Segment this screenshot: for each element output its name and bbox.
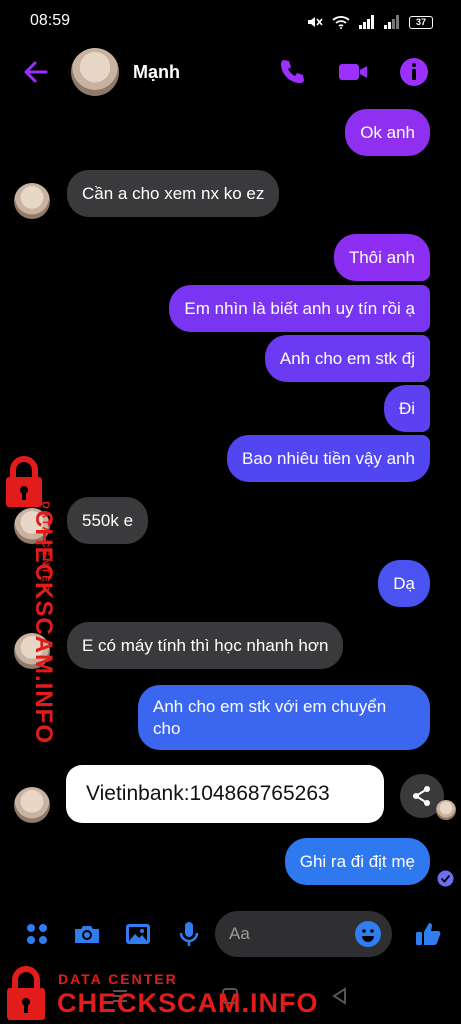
- watermark-main-label: CHECKSCAM.INFO: [57, 988, 319, 1018]
- message-bubble-outgoing[interactable]: Thôi anh: [333, 234, 430, 281]
- phone-call-icon[interactable]: [276, 56, 308, 88]
- message-bubble-incoming[interactable]: Cần a cho xem nx ko ez: [67, 170, 280, 217]
- message-text: Dạ: [393, 573, 415, 593]
- message-input-container[interactable]: [215, 911, 392, 957]
- message-text: Thôi anh: [348, 247, 415, 267]
- status-bar: 08:59 37: [0, 0, 461, 44]
- message-text: Cần a cho xem nx ko ez: [82, 183, 265, 203]
- watermark-sub-label: DATA CENTER: [58, 971, 178, 987]
- gallery-icon[interactable]: [123, 919, 153, 949]
- message-bubble-outgoing[interactable]: Dạ: [378, 560, 430, 607]
- battery-icon: 37: [409, 15, 433, 29]
- microphone-icon[interactable]: [174, 919, 204, 949]
- bank-account-message-card[interactable]: Vietinbank:104868765263: [66, 765, 384, 823]
- message-bubble-incoming[interactable]: E có máy tính thì học nhanh hơn: [67, 622, 344, 669]
- emoji-icon[interactable]: [354, 920, 382, 948]
- message-text: Anh cho em stk với em chuyển cho: [153, 696, 387, 738]
- conversation-header: Mạnh: [0, 44, 461, 104]
- padlock-icon: [7, 966, 45, 1020]
- message-bubble-outgoing[interactable]: Bao nhiêu tiền vậy anh: [227, 435, 430, 482]
- message-text: E có máy tính thì học nhanh hơn: [82, 635, 329, 655]
- message-text: Anh cho em stk đj: [279, 348, 415, 368]
- contact-avatar[interactable]: [71, 48, 119, 96]
- contact-avatar-small[interactable]: [14, 787, 50, 823]
- message-bubble-outgoing[interactable]: Ok anh: [345, 109, 430, 156]
- message-text: Bao nhiêu tiền vậy anh: [242, 448, 415, 468]
- message-bubble-outgoing[interactable]: Ghi ra đi địt mẹ: [284, 838, 430, 885]
- contact-name[interactable]: Mạnh: [133, 62, 180, 83]
- info-icon[interactable]: [398, 56, 430, 88]
- message-bubble-outgoing[interactable]: Đi: [383, 385, 430, 432]
- message-bubble-incoming[interactable]: 550k e: [67, 497, 149, 544]
- share-icon: [413, 786, 430, 806]
- message-text: Ghi ra đi địt mẹ: [299, 851, 415, 871]
- read-receipt-avatar: [436, 800, 456, 820]
- video-call-icon[interactable]: [337, 56, 369, 88]
- contact-avatar-small[interactable]: [14, 183, 50, 219]
- watermark-bottom: DATA CENTER CHECKSCAM.INFO: [0, 962, 318, 1024]
- delivered-check-icon: [437, 870, 454, 887]
- message-bubble-outgoing[interactable]: Anh cho em stk với em chuyển cho: [138, 685, 430, 750]
- message-text: 550k e: [82, 510, 134, 530]
- watermark-main-label: CHECKSCAM.INFO: [30, 510, 57, 744]
- message-text: Ok anh: [360, 122, 415, 142]
- status-time: 08:59: [30, 12, 71, 29]
- like-thumb-icon[interactable]: [413, 919, 443, 949]
- message-text: Vietinbank:104868765263: [86, 782, 330, 805]
- wifi-icon: [332, 16, 350, 29]
- signal-icon-2: [384, 15, 399, 29]
- back-nav-icon[interactable]: [330, 986, 350, 1006]
- camera-icon[interactable]: [72, 919, 102, 949]
- message-bubble-outgoing[interactable]: Em nhìn là biết anh uy tín rồi ạ: [169, 285, 430, 332]
- message-input[interactable]: [229, 923, 349, 945]
- message-text: Em nhìn là biết anh uy tín rồi ạ: [184, 298, 415, 318]
- back-arrow-icon[interactable]: [20, 56, 52, 88]
- status-icons: 37: [305, 12, 433, 32]
- composer-bar: [0, 905, 461, 965]
- mute-icon: [308, 17, 323, 27]
- watermark-vertical: DATA CENTER CHECKSCAM.INFO: [0, 455, 57, 744]
- signal-icon: [359, 15, 374, 29]
- message-bubble-outgoing[interactable]: Anh cho em stk đj: [264, 335, 430, 382]
- message-text: Đi: [398, 398, 415, 418]
- menu-grid-icon[interactable]: [22, 919, 52, 949]
